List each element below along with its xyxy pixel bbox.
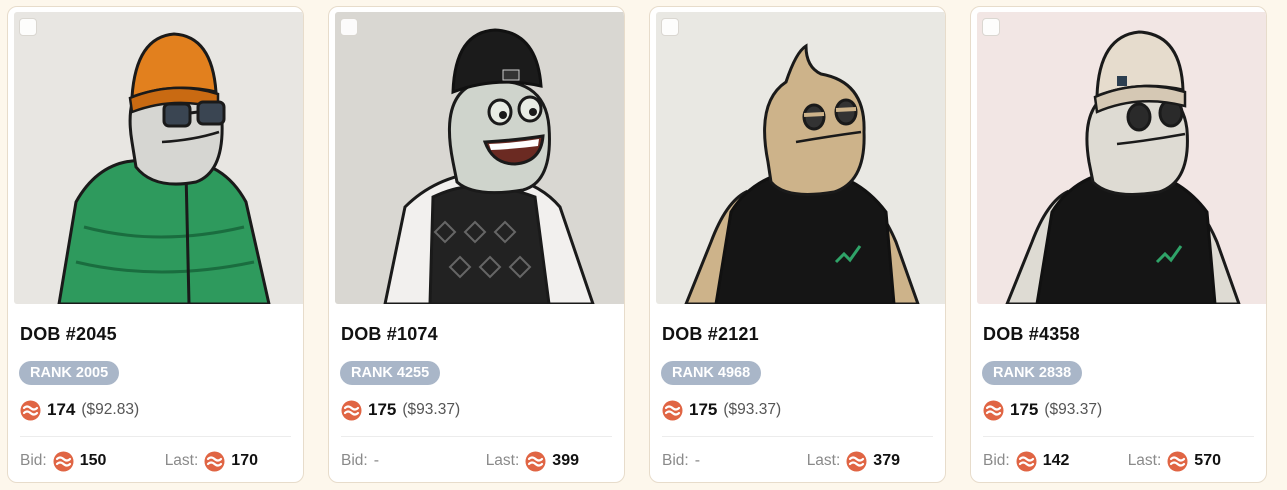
rank-badge: RANK 2005 <box>19 361 120 385</box>
bid-label: Bid: <box>983 452 1010 469</box>
coin-icon <box>53 451 74 472</box>
select-checkbox[interactable] <box>982 18 1000 36</box>
coin-icon <box>983 400 1004 421</box>
price-row: 175 ($93.37) <box>662 399 781 421</box>
nft-title[interactable]: DOB #1074 <box>341 324 438 345</box>
last-value: 570 <box>1194 452 1221 469</box>
last-label: Last: <box>1127 452 1162 469</box>
last-label: Last: <box>164 452 199 469</box>
rank-badge: RANK 4255 <box>340 361 441 385</box>
rank-badge: RANK 2838 <box>982 361 1083 385</box>
nft-title[interactable]: DOB #4358 <box>983 324 1080 345</box>
nft-card[interactable]: DOB #1074 RANK 4255 175 ($93.37) Bid: - … <box>328 6 625 483</box>
coin-icon <box>204 451 225 472</box>
nft-card[interactable]: DOB #2121 RANK 4968 175 ($93.37) Bid: - … <box>649 6 946 483</box>
coin-icon <box>1016 451 1037 472</box>
price-value: 174 <box>47 400 76 419</box>
bid-row: Bid: 150 <box>20 450 106 472</box>
price-row: 174 ($92.83) <box>20 399 139 421</box>
price-usd: ($93.37) <box>402 401 461 418</box>
nft-card[interactable]: DOB #4358 RANK 2838 175 ($93.37) Bid: 14… <box>970 6 1267 483</box>
nft-artwork[interactable] <box>656 12 945 304</box>
nft-grid: DOB #2045 RANK 2005 174 ($92.83) Bid: 15… <box>0 0 1287 490</box>
price-usd: ($92.83) <box>81 401 140 418</box>
last-row: Last: 379 <box>807 450 900 472</box>
bid-row: Bid: - <box>662 450 700 472</box>
coin-icon <box>662 400 683 421</box>
nft-artwork[interactable] <box>14 12 303 304</box>
last-value: 379 <box>873 452 900 469</box>
price-value: 175 <box>368 400 397 419</box>
bid-value: 150 <box>79 452 107 469</box>
price-value: 175 <box>689 400 718 419</box>
last-row: Last: 399 <box>486 450 579 472</box>
coin-icon <box>1167 451 1188 472</box>
coin-icon <box>846 451 867 472</box>
bid-label: Bid: <box>341 452 368 469</box>
divider <box>983 436 1254 437</box>
price-row: 175 ($93.37) <box>983 399 1102 421</box>
price-row: 175 ($93.37) <box>341 399 460 421</box>
nft-artwork[interactable] <box>977 12 1266 304</box>
bid-value: - <box>694 452 701 469</box>
coin-icon <box>20 400 41 421</box>
rank-badge: RANK 4968 <box>661 361 762 385</box>
price-value: 175 <box>1010 400 1039 419</box>
coin-icon <box>341 400 362 421</box>
bid-value: - <box>373 452 380 469</box>
last-label: Last: <box>485 452 520 469</box>
bid-row: Bid: - <box>341 450 379 472</box>
nft-artwork[interactable] <box>335 12 624 304</box>
divider <box>662 436 933 437</box>
last-value: 399 <box>552 452 579 469</box>
nft-title[interactable]: DOB #2045 <box>20 324 117 345</box>
divider <box>341 436 612 437</box>
bid-row: Bid: 142 <box>983 450 1069 472</box>
coin-icon <box>525 451 546 472</box>
divider <box>20 436 291 437</box>
last-row: Last: 570 <box>1128 450 1221 472</box>
bid-value: 142 <box>1042 452 1070 469</box>
last-value: 170 <box>231 452 258 469</box>
bid-label: Bid: <box>20 452 47 469</box>
select-checkbox[interactable] <box>19 18 37 36</box>
nft-title[interactable]: DOB #2121 <box>662 324 759 345</box>
select-checkbox[interactable] <box>661 18 679 36</box>
last-row: Last: 170 <box>165 450 258 472</box>
bid-label: Bid: <box>662 452 689 469</box>
select-checkbox[interactable] <box>340 18 358 36</box>
price-usd: ($93.37) <box>723 401 782 418</box>
last-label: Last: <box>806 452 841 469</box>
nft-card[interactable]: DOB #2045 RANK 2005 174 ($92.83) Bid: 15… <box>7 6 304 483</box>
price-usd: ($93.37) <box>1044 401 1103 418</box>
